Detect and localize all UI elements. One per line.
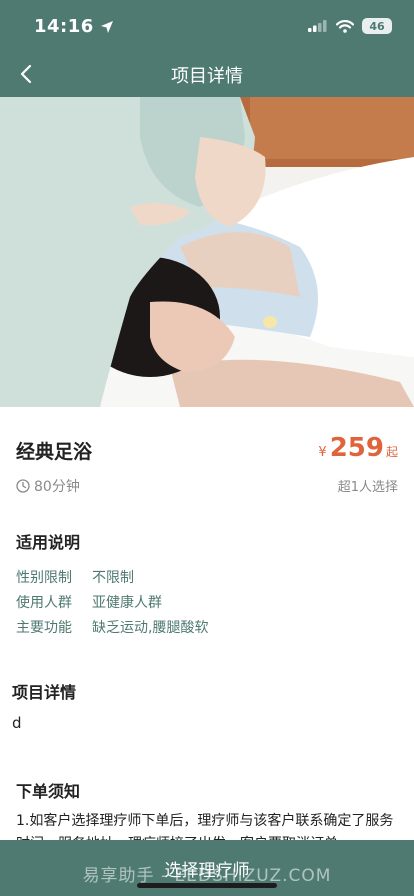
top-bar: 14:16 46 项目详情 — [0, 0, 414, 97]
info-value: 亚健康人群 — [92, 594, 162, 611]
sold-count: 超1人选择 — [337, 480, 398, 495]
wifi-icon — [336, 19, 354, 33]
info-key: 性别限制 — [16, 569, 72, 586]
notice-title: 下单须知 — [16, 782, 81, 801]
nav-bar: 项目详情 — [0, 52, 414, 97]
details-title: 项目详情 — [12, 683, 77, 702]
price-currency: ¥ — [318, 445, 327, 460]
price-value: 259 — [329, 433, 384, 463]
info-row-audience: 使用人群 亚健康人群 — [16, 589, 208, 614]
battery-level: 46 — [369, 19, 385, 33]
battery-icon: 46 — [362, 18, 392, 34]
product-name: 经典足浴 — [16, 441, 93, 463]
info-value: 缺乏运动,腰腿酸软 — [92, 619, 209, 636]
details-text: d — [12, 714, 22, 732]
page-title: 项目详情 — [171, 66, 243, 87]
home-indicator — [137, 883, 277, 888]
clock-icon — [16, 479, 30, 493]
massage-photo-illustration — [0, 97, 414, 407]
signal-icon — [308, 20, 327, 32]
info-value: 不限制 — [92, 569, 134, 586]
status-time: 14:16 — [34, 16, 114, 37]
status-bar: 14:16 46 — [0, 0, 414, 52]
price-suffix: 起 — [385, 445, 398, 459]
system-icons: 46 — [308, 18, 392, 34]
info-row-function: 主要功能 缺乏运动,腰腿酸软 — [16, 614, 208, 639]
location-arrow-icon — [100, 20, 113, 33]
applicable-title: 适用说明 — [16, 533, 81, 552]
info-key: 主要功能 — [16, 619, 72, 636]
clock-text: 14:16 — [34, 16, 94, 37]
duration: 80分钟 — [16, 476, 80, 496]
info-row-gender: 性别限制 不限制 — [16, 564, 208, 589]
select-therapist-label: 选择理疗师 — [164, 860, 250, 881]
price: ¥ 259 起 — [318, 433, 398, 463]
duration-text: 80分钟 — [34, 479, 80, 495]
info-key: 使用人群 — [16, 594, 72, 611]
applicable-list: 性别限制 不限制 使用人群 亚健康人群 主要功能 缺乏运动,腰腿酸软 — [16, 564, 208, 639]
hero-image — [0, 97, 414, 407]
